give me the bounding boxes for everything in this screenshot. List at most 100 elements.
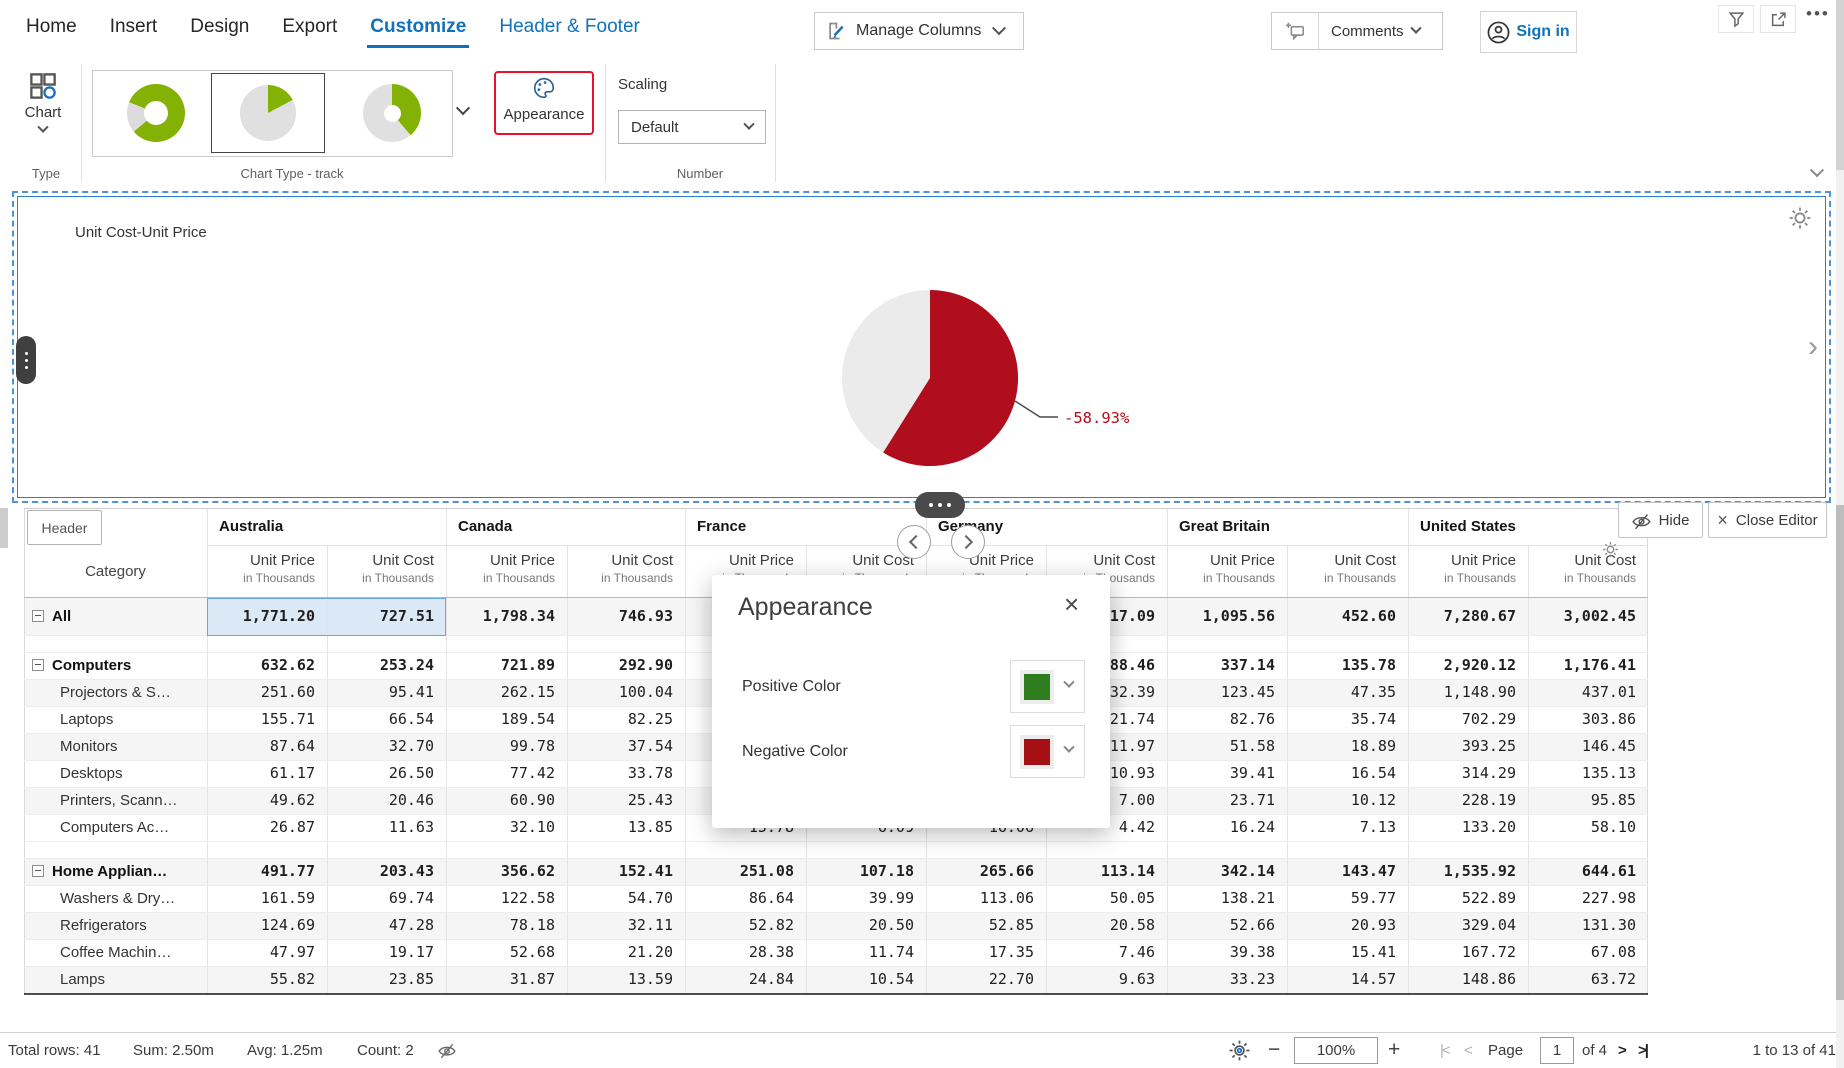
tab-design[interactable]: Design: [189, 12, 250, 48]
dialog-close-icon[interactable]: ×: [1064, 591, 1079, 617]
more-options-icon[interactable]: •••: [1806, 4, 1830, 24]
cell-value[interactable]: 39.41: [1167, 760, 1275, 787]
cell-value[interactable]: 746.93: [567, 598, 673, 635]
cell-value[interactable]: 33.78: [567, 760, 673, 787]
cell-value[interactable]: 58.10: [1528, 814, 1636, 841]
chart-next-chevron-icon[interactable]: ›: [1808, 330, 1818, 364]
cell-value[interactable]: 47.97: [207, 939, 315, 966]
cell-value[interactable]: 22.70: [926, 966, 1034, 993]
cell-value[interactable]: 11.63: [327, 814, 434, 841]
cell-value[interactable]: 95.85: [1528, 787, 1636, 814]
cell-value[interactable]: 33.23: [1167, 966, 1275, 993]
cell-value[interactable]: 21.20: [567, 939, 673, 966]
cell-value[interactable]: 452.60: [1287, 598, 1396, 635]
cell-value[interactable]: 50.05: [1046, 885, 1155, 912]
row-label-washers-dry-[interactable]: Washers & Dry…: [24, 885, 207, 912]
column-header-great-britain[interactable]: Great Britain: [1179, 508, 1408, 545]
tab-home[interactable]: Home: [25, 12, 78, 48]
cell-value[interactable]: 167.72: [1408, 939, 1516, 966]
cell-value[interactable]: 329.04: [1408, 912, 1516, 939]
header-chip[interactable]: Header: [27, 510, 102, 545]
cell-value[interactable]: 251.60: [207, 679, 315, 706]
last-page-button[interactable]: >|: [1638, 1042, 1647, 1059]
row-label-computers[interactable]: Computers: [24, 652, 207, 679]
cell-value[interactable]: 78.18: [446, 912, 555, 939]
cell-value[interactable]: 113.06: [926, 885, 1034, 912]
cell-value[interactable]: 337.14: [1167, 652, 1275, 679]
cell-value[interactable]: 67.08: [1528, 939, 1636, 966]
row-label-projectors-s-[interactable]: Projectors & S…: [24, 679, 207, 706]
cell-value[interactable]: 189.54: [446, 706, 555, 733]
panel-splitter-menu[interactable]: [915, 492, 965, 518]
cell-value[interactable]: 161.59: [207, 885, 315, 912]
collapse-ribbon-icon[interactable]: [1810, 163, 1824, 177]
pie-chart[interactable]: -58.93%: [0, 190, 1844, 505]
collapse-icon[interactable]: [32, 659, 44, 671]
row-label-home-applian-[interactable]: Home Applian…: [24, 858, 207, 885]
cell-value[interactable]: 3,002.45: [1528, 598, 1636, 635]
cell-value[interactable]: 16.54: [1287, 760, 1396, 787]
scaling-select[interactable]: Default: [618, 110, 766, 144]
cell-value[interactable]: 31.87: [446, 966, 555, 993]
nav-right-button[interactable]: [951, 525, 985, 559]
cell-value[interactable]: 52.82: [685, 912, 794, 939]
cell-value[interactable]: 1,176.41: [1528, 652, 1636, 679]
cell-value[interactable]: 26.50: [327, 760, 434, 787]
cell-value[interactable]: 23.85: [327, 966, 434, 993]
first-page-button[interactable]: |<: [1440, 1042, 1449, 1059]
cell-value[interactable]: 262.15: [446, 679, 555, 706]
sign-in-button[interactable]: Sign in: [1480, 11, 1577, 53]
cell-value[interactable]: 131.30: [1528, 912, 1636, 939]
cell-value[interactable]: 52.85: [926, 912, 1034, 939]
cell-value[interactable]: 135.78: [1287, 652, 1396, 679]
column-header-united-states[interactable]: United States: [1420, 508, 1648, 545]
cell-value[interactable]: 54.70: [567, 885, 673, 912]
cell-value[interactable]: 19.17: [327, 939, 434, 966]
cell-value[interactable]: 16.24: [1167, 814, 1275, 841]
cell-value[interactable]: 437.01: [1528, 679, 1636, 706]
cell-value[interactable]: 47.28: [327, 912, 434, 939]
cell-value[interactable]: 393.25: [1408, 733, 1516, 760]
cell-value[interactable]: 9.63: [1046, 966, 1155, 993]
cell-value[interactable]: 148.86: [1408, 966, 1516, 993]
manage-columns-button[interactable]: Manage Columns: [814, 12, 1024, 50]
row-label-coffee-machin-[interactable]: Coffee Machin…: [24, 939, 207, 966]
chart-drag-handle[interactable]: [16, 336, 36, 384]
row-label-computers-ac-[interactable]: Computers Ac…: [24, 814, 207, 841]
cell-value[interactable]: 10.12: [1287, 787, 1396, 814]
page-number-field[interactable]: 1: [1540, 1037, 1574, 1064]
row-label-refrigerators[interactable]: Refrigerators: [24, 912, 207, 939]
cell-value[interactable]: 152.41: [567, 858, 673, 885]
cell-value[interactable]: 20.50: [806, 912, 914, 939]
grid-options-gear-icon[interactable]: [1602, 541, 1619, 558]
cell-value[interactable]: 138.21: [1167, 885, 1275, 912]
measure-header[interactable]: Unit Price: [209, 552, 315, 569]
cell-value[interactable]: 7,280.67: [1408, 598, 1516, 635]
cell-value[interactable]: 49.62: [207, 787, 315, 814]
cell-value[interactable]: 61.17: [207, 760, 315, 787]
measure-header[interactable]: Unit Cost: [1530, 552, 1636, 569]
measure-header[interactable]: Unit Price: [687, 552, 794, 569]
cell-value[interactable]: 100.04: [567, 679, 673, 706]
cell-value[interactable]: 1,095.56: [1167, 598, 1275, 635]
cell-value[interactable]: 69.74: [327, 885, 434, 912]
positive-color-picker[interactable]: [1010, 660, 1085, 713]
cell-value[interactable]: 143.47: [1287, 858, 1396, 885]
cell-value[interactable]: 11.74: [806, 939, 914, 966]
tab-header-footer[interactable]: Header & Footer: [498, 12, 640, 48]
cell-value[interactable]: 35.74: [1287, 706, 1396, 733]
cell-value[interactable]: 59.77: [1287, 885, 1396, 912]
cell-value[interactable]: 20.93: [1287, 912, 1396, 939]
column-header-australia[interactable]: Australia: [219, 508, 446, 545]
cell-value[interactable]: 644.61: [1528, 858, 1636, 885]
cell-value[interactable]: 13.59: [567, 966, 673, 993]
cell-value[interactable]: 251.08: [685, 858, 794, 885]
measure-header[interactable]: Unit Cost: [1289, 552, 1396, 569]
cell-value[interactable]: 135.13: [1528, 760, 1636, 787]
hide-aggregations-eye-slash-icon[interactable]: [438, 1041, 456, 1059]
row-label-all[interactable]: All: [24, 598, 207, 635]
zoom-level-field[interactable]: 100%: [1294, 1037, 1378, 1064]
cell-value[interactable]: 52.68: [446, 939, 555, 966]
cell-value[interactable]: 82.76: [1167, 706, 1275, 733]
cell-value[interactable]: 23.71: [1167, 787, 1275, 814]
